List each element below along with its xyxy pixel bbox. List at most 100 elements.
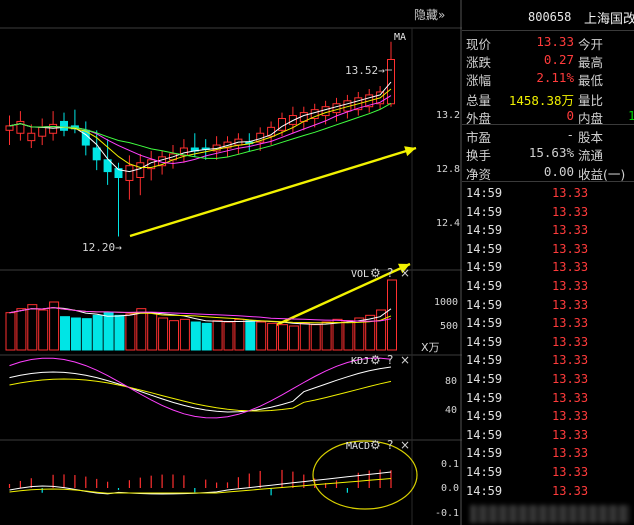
tick-price: 13.33 xyxy=(552,241,589,256)
tick-time: 14:59 xyxy=(466,427,503,442)
question-icon[interactable]: ? xyxy=(387,266,393,280)
price-axis-label: 12.4 xyxy=(436,218,461,229)
quote-value: 0.00 xyxy=(543,164,574,179)
tick-price: 13.33 xyxy=(552,260,589,275)
volume-bar xyxy=(125,313,136,351)
candle-body xyxy=(92,147,101,161)
volume-bar xyxy=(278,324,288,351)
close-icon[interactable]: × xyxy=(400,266,410,280)
quote-row: 涨幅 2.11% 最低 xyxy=(462,70,634,88)
tick-time: 14:59 xyxy=(466,223,503,238)
volume-bar xyxy=(179,318,190,351)
blurred-watermark xyxy=(470,505,630,523)
tick-price: 13.33 xyxy=(552,465,589,479)
quote-value: 1 xyxy=(628,108,634,123)
quote-row: 现价 13.33 今开 xyxy=(462,34,634,52)
volume-bar xyxy=(16,308,27,351)
candle-body xyxy=(125,165,134,181)
tick-price: 13.33 xyxy=(552,390,589,405)
volume-bar xyxy=(299,322,310,351)
close-icon[interactable]: × xyxy=(400,353,410,367)
quote-key: 现价 xyxy=(466,37,492,52)
volume-bar xyxy=(27,304,38,351)
tick-time: 14:59 xyxy=(466,409,503,424)
question-icon[interactable]: ? xyxy=(387,438,393,452)
volume-bar xyxy=(201,322,212,351)
quote-key: 最高 xyxy=(578,55,604,70)
low-annotation: 12.20→ xyxy=(82,241,122,254)
tick-time: 14:59 xyxy=(466,372,503,386)
gear-icon[interactable]: ⚙ xyxy=(370,353,381,367)
tick-price: 13.33 xyxy=(552,334,589,349)
candle-body xyxy=(5,125,14,131)
tick-row: 14:59 13.33 xyxy=(462,353,634,372)
ma-label: MA xyxy=(394,32,407,43)
quote-key: 量比 xyxy=(578,93,604,108)
hide-label: 隐藏 xyxy=(414,8,439,22)
tick-time: 14:59 xyxy=(466,204,503,219)
gear-icon[interactable]: ⚙ xyxy=(370,266,381,280)
divider xyxy=(462,124,634,125)
tick-row: 14:59 13.33 xyxy=(462,372,634,391)
volume-bar xyxy=(288,325,299,351)
tick-row: 14:59 13.33 xyxy=(462,205,634,224)
quote-key: 股本 xyxy=(578,130,604,145)
volume-bar xyxy=(321,321,332,351)
candle-body xyxy=(49,123,58,134)
tick-row: 14:59 13.33 xyxy=(462,409,634,428)
question-icon[interactable]: ? xyxy=(387,353,393,367)
candle-body xyxy=(332,103,341,114)
kdj-line xyxy=(9,378,392,412)
volume-bar xyxy=(234,318,245,351)
quote-value: 13.33 xyxy=(536,34,574,49)
volume-bar xyxy=(103,312,114,351)
macd-axis-label: 0.0 xyxy=(441,483,460,494)
tick-time: 14:59 xyxy=(466,241,503,256)
tick-price: 13.33 xyxy=(552,409,589,424)
kdj-line xyxy=(9,478,392,494)
macd-axis-label: 0.1 xyxy=(441,459,460,470)
volume-bar xyxy=(5,312,16,351)
quote-row: 涨跌 0.27 最高 xyxy=(462,52,634,70)
quote-panel: 800658 上海国改 现价 13.33 今开 涨跌 0.27 最高 涨幅 2.11% 最低 总量… xyxy=(462,0,634,525)
close-icon[interactable]: × xyxy=(400,438,410,452)
volume-bar xyxy=(136,308,147,351)
kdj-axis-label: 40 xyxy=(445,405,458,416)
tick-row: 14:59 13.33 xyxy=(462,484,634,503)
chart-area[interactable]: 隐藏» MA 13.52→ 12.20→ 13.2 12.8 12.4 VOL … xyxy=(0,0,462,525)
tick-price: 13.33 xyxy=(552,372,589,386)
tick-time: 14:59 xyxy=(466,186,503,200)
tick-time: 14:59 xyxy=(466,446,503,461)
quote-key: 涨跌 xyxy=(466,55,492,70)
gear-icon[interactable]: ⚙ xyxy=(370,438,381,452)
volume-bar xyxy=(267,322,278,351)
tick-price: 13.33 xyxy=(552,186,589,200)
tick-row: 14:59 13.33 xyxy=(462,260,634,279)
volume-bar xyxy=(310,324,321,351)
tick-row: 14:59 13.33 xyxy=(462,186,634,205)
tick-price: 13.33 xyxy=(552,279,589,293)
volume-bar xyxy=(92,314,103,351)
volume-bar xyxy=(343,320,354,351)
tick-row: 14:59 13.33 xyxy=(462,391,634,410)
tick-time: 14:59 xyxy=(466,279,503,293)
vol-axis-label: 1000 xyxy=(434,297,459,308)
quote-row: 市盈 - 股本 xyxy=(462,127,634,145)
tick-price: 13.33 xyxy=(552,446,589,461)
tick-price: 13.33 xyxy=(552,427,589,442)
quote-value: 0.27 xyxy=(543,52,574,67)
tick-row: 14:59 13.33 xyxy=(462,428,634,447)
hide-panel-toggle[interactable]: 隐藏» xyxy=(414,6,445,23)
divider xyxy=(462,181,634,182)
quote-row: 换手 15.63% 流通 xyxy=(462,145,634,163)
vol-label: VOL xyxy=(351,269,370,280)
volume-bar xyxy=(387,279,397,351)
volume-bar xyxy=(38,309,49,351)
macd-axis-label: -0.1 xyxy=(435,508,460,519)
price-axis-label: 13.2 xyxy=(436,110,461,121)
tick-time: 14:59 xyxy=(466,465,503,479)
quote-header: 800658 上海国改 xyxy=(462,0,634,31)
candle-body xyxy=(60,120,68,131)
tick-row: 14:59 13.33 xyxy=(462,223,634,242)
stock-name: 上海国改 xyxy=(584,12,634,27)
